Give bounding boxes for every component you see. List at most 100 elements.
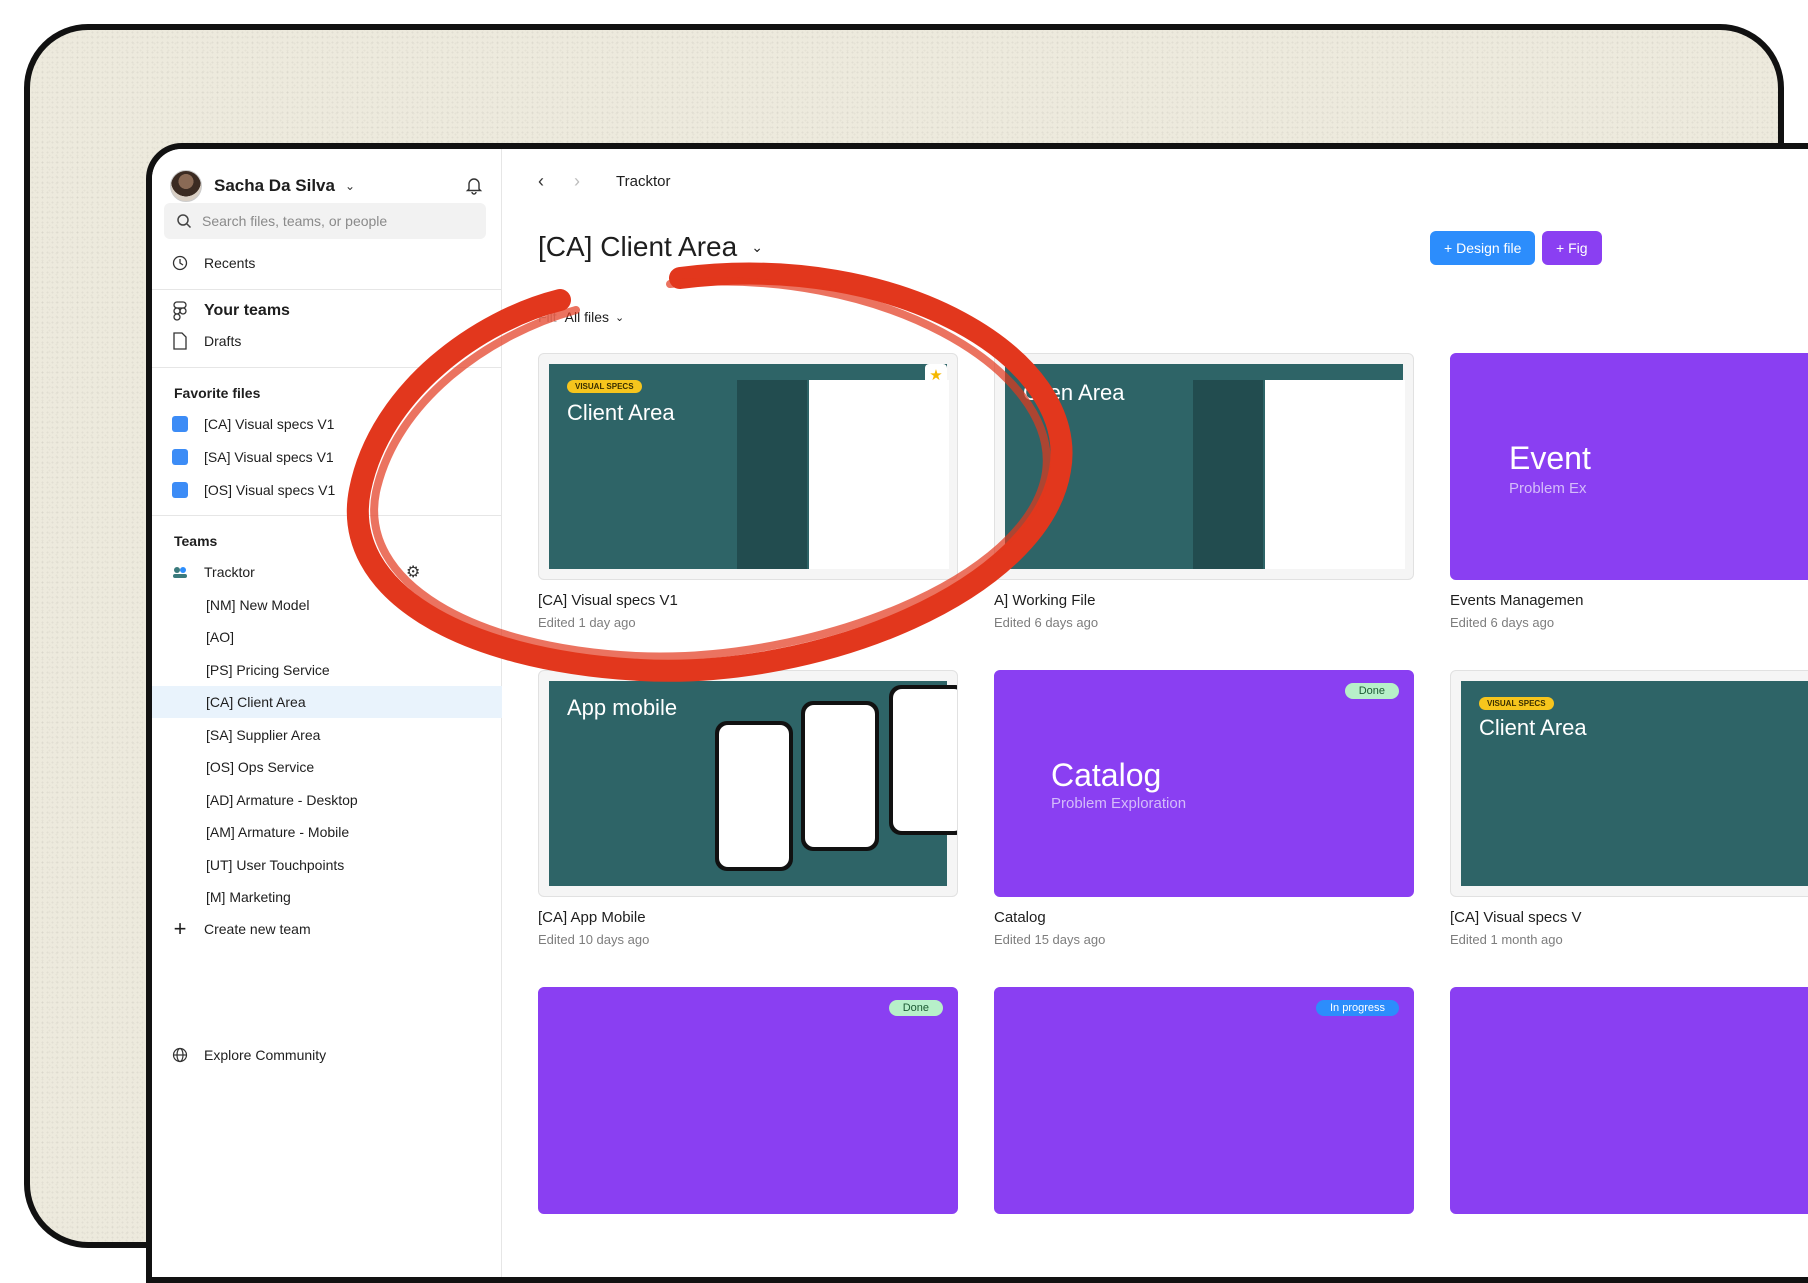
- team-name: Tracktor: [204, 564, 255, 580]
- file-icon: [170, 331, 190, 351]
- file-card[interactable]: Done Catalog Problem Exploration Catalog…: [994, 670, 1414, 947]
- sidebar-project[interactable]: [AD] Armature - Desktop: [152, 784, 502, 816]
- divider: [152, 289, 502, 290]
- file-card[interactable]: VISUAL SPECS Client Area ★ [CA] Visual s…: [538, 353, 958, 630]
- account-switcher[interactable]: Sacha Da Silva ⌄: [170, 169, 490, 203]
- thumbnail-title: Client Area: [1479, 715, 1587, 740]
- file-name: [CA] Visual specs V: [1450, 909, 1582, 926]
- thumbnail-title: Event: [1509, 440, 1591, 476]
- new-figjam-button[interactable]: + Fig: [1542, 231, 1602, 265]
- chevron-down-icon: ⌄: [751, 238, 763, 255]
- file-edited: Edited 6 days ago: [1450, 615, 1555, 630]
- visual-specs-tag: VISUAL SPECS: [567, 380, 642, 393]
- nav-recents[interactable]: Recents: [170, 251, 255, 275]
- file-edited: Edited 10 days ago: [538, 932, 650, 947]
- nav-your-teams-label: Your teams: [204, 302, 290, 319]
- create-team-label: Create new team: [204, 921, 311, 937]
- search-placeholder: Search files, teams, or people: [202, 213, 388, 229]
- file-card[interactable]: Clien Area A] Working File Edited 6 days…: [994, 353, 1414, 630]
- thumbnail-canvas: VISUAL SPECS Client Area: [1461, 681, 1808, 886]
- file-card[interactable]: In progress: [994, 987, 1414, 1214]
- thumbnail-title: Catalog: [1051, 757, 1162, 793]
- file-card[interactable]: Done: [538, 987, 958, 1214]
- sidebar-project[interactable]: [M] Marketing: [152, 881, 502, 913]
- team-icon: [170, 562, 190, 582]
- figma-icon: [170, 301, 190, 321]
- sidebar-project[interactable]: [AM] Armature - Mobile: [152, 816, 502, 848]
- file-thumbnail: App mobile: [538, 670, 958, 897]
- thumbnail-canvas: VISUAL SPECS Client Area: [549, 364, 949, 569]
- team-settings-icon[interactable]: ⚙: [406, 562, 420, 582]
- bell-icon[interactable]: [464, 175, 484, 195]
- phone-mockup: [889, 685, 957, 835]
- mock-sidebar: [737, 380, 807, 569]
- clock-icon: [170, 253, 190, 273]
- divider: [152, 367, 502, 368]
- file-edited: Edited 6 days ago: [994, 615, 1099, 630]
- thumbnail-title: Client Area: [567, 400, 675, 425]
- plus-icon: +: [173, 916, 187, 941]
- file-name: [CA] Visual specs V1: [538, 592, 678, 609]
- file-card[interactable]: [1450, 987, 1808, 1214]
- file-edited: Edited 1 month ago: [1450, 932, 1563, 947]
- breadcrumb-current[interactable]: Tracktor: [616, 173, 670, 190]
- divider: [152, 515, 502, 516]
- thumbnail-canvas: Clien Area: [1005, 364, 1405, 569]
- file-name: Events Managemen: [1450, 592, 1584, 609]
- file-name: Catalog: [994, 909, 1046, 926]
- forward-arrow-icon[interactable]: ›: [574, 171, 598, 192]
- file-thumbnail: VISUAL SPECS Client Area: [1450, 670, 1808, 897]
- file-edited: Edited 15 days ago: [994, 932, 1106, 947]
- chevron-down-icon: ⌄: [344, 179, 356, 193]
- file-card[interactable]: Event Problem Ex Events Managemen Edited…: [1450, 353, 1808, 630]
- mock-panel: [809, 380, 949, 569]
- nav-drafts[interactable]: Drafts: [170, 329, 241, 353]
- back-arrow-icon[interactable]: ‹: [538, 171, 562, 192]
- sidebar-project-active[interactable]: [CA] Client Area: [152, 686, 502, 718]
- new-design-file-button[interactable]: + Design file: [1430, 231, 1536, 265]
- globe-icon: [170, 1045, 190, 1065]
- search-input[interactable]: Search files, teams, or people: [164, 203, 486, 239]
- mock-sidebar: [1193, 380, 1263, 569]
- breadcrumb: ‹ › Tracktor: [538, 169, 670, 193]
- explore-label: Explore Community: [204, 1047, 327, 1063]
- sidebar-project[interactable]: [SA] Supplier Area: [152, 719, 502, 751]
- sidebar-project[interactable]: [NM] New Model: [152, 589, 502, 621]
- nav-your-teams[interactable]: Your teams: [170, 299, 290, 323]
- favorite-file[interactable]: [SA] Visual specs V1: [170, 445, 334, 469]
- visual-specs-tag: VISUAL SPECS: [1479, 697, 1554, 710]
- mock-panel: [1265, 380, 1405, 569]
- create-team-button[interactable]: + Create new team: [170, 916, 311, 941]
- sidebar-project[interactable]: [UT] User Touchpoints: [152, 849, 502, 881]
- app-window: Sacha Da Silva ⌄ Search files, teams, or…: [146, 143, 1808, 1283]
- status-badge: Done: [1344, 683, 1399, 699]
- status-badge: In progress: [1315, 1000, 1399, 1016]
- sidebar: Sacha Da Silva ⌄ Search files, teams, or…: [152, 149, 502, 1277]
- sidebar-project[interactable]: [PS] Pricing Service: [152, 654, 502, 686]
- favorite-file[interactable]: [OS] Visual specs V1: [170, 478, 335, 502]
- design-file-icon: [172, 449, 188, 465]
- favorite-files-heading: Favorite files: [174, 385, 261, 401]
- sidebar-project[interactable]: [OS] Ops Service: [152, 751, 502, 783]
- team-tracktor[interactable]: Tracktor: [170, 560, 255, 584]
- avatar: [170, 170, 202, 202]
- file-thumbnail: Done: [538, 987, 958, 1214]
- page-title[interactable]: [CA] Client Area ⌄: [538, 231, 763, 263]
- nav-drafts-label: Drafts: [204, 333, 242, 349]
- file-thumbnail: [1450, 987, 1808, 1214]
- explore-community-link[interactable]: Explore Community: [170, 1043, 326, 1067]
- favorite-file[interactable]: [CA] Visual specs V1: [170, 412, 334, 436]
- sidebar-project[interactable]: [AO]: [152, 621, 502, 653]
- file-card[interactable]: VISUAL SPECS Client Area [CA] Visual spe…: [1450, 670, 1808, 947]
- file-name: [CA] App Mobile: [538, 909, 646, 926]
- star-icon[interactable]: ★: [925, 364, 947, 386]
- file-thumbnail: VISUAL SPECS Client Area ★: [538, 353, 958, 580]
- page-title-text: [CA] Client Area: [538, 231, 738, 262]
- file-card[interactable]: App mobile [CA] App Mobile Edited 10 day…: [538, 670, 958, 947]
- filter-dropdown[interactable]: Filt All files ⌄: [538, 309, 624, 325]
- status-badge: Done: [888, 1000, 943, 1016]
- thumbnail-title: Clien Area: [1023, 380, 1125, 405]
- file-edited: Edited 1 day ago: [538, 615, 636, 630]
- user-name: Sacha Da Silva: [214, 176, 335, 195]
- thumbnail-subtitle: Problem Exploration: [1051, 795, 1187, 812]
